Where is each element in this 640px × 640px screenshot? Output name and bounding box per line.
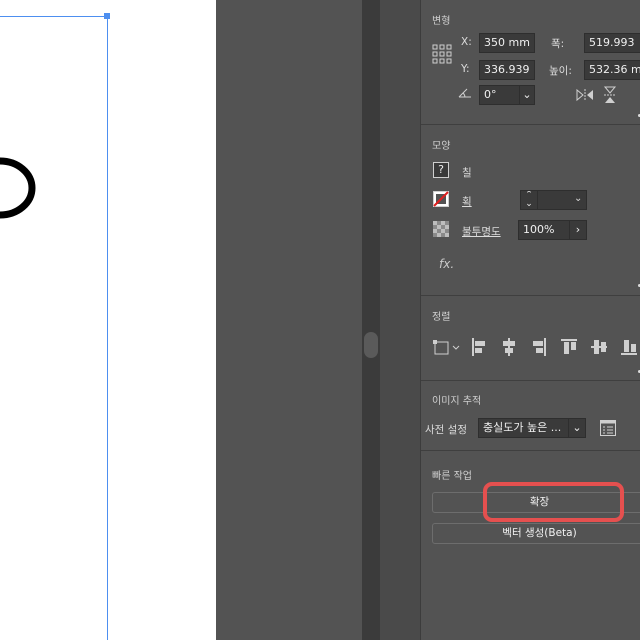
rotate-angle-icon <box>458 88 471 98</box>
opacity-checker-icon <box>433 221 449 237</box>
opacity-field[interactable]: 100% <box>518 220 570 240</box>
x-field[interactable]: 350 mm <box>479 33 535 53</box>
y-field[interactable]: 336.939 <box>479 60 535 80</box>
trace-options-panel-icon[interactable] <box>600 420 616 436</box>
pasteboard <box>216 0 362 640</box>
height-label: 높이: <box>549 65 572 77</box>
opacity-arrow-icon[interactable]: › <box>569 220 587 240</box>
transform-title: 변형 <box>432 16 451 27</box>
flip-horizontal-icon[interactable] <box>576 88 594 102</box>
flip-vertical-icon[interactable] <box>603 86 617 104</box>
reference-point-icon[interactable] <box>432 44 452 64</box>
stroke-weight-dropdown-icon[interactable]: ⌄ <box>574 193 582 204</box>
image-trace-title: 이미지 추적 <box>432 396 482 407</box>
generate-vector-button[interactable]: 벡터 생성(Beta) <box>432 523 640 544</box>
divider <box>421 295 640 296</box>
stroke-label[interactable]: 획 <box>462 194 472 209</box>
align-right-icon[interactable] <box>531 338 547 356</box>
align-left-icon[interactable] <box>471 338 487 356</box>
properties-panel: 변형 X: 350 mm 폭: 519.993 Y: 336.939 높이: 5… <box>420 0 640 640</box>
divider <box>421 124 640 125</box>
fill-swatch-icon[interactable]: ? <box>433 162 449 178</box>
width-label: 폭: <box>551 38 565 50</box>
quick-actions-title: 빠른 작업 <box>432 471 472 482</box>
stroke-swatch-icon[interactable] <box>433 191 449 207</box>
preset-label: 사전 설정 <box>425 424 467 436</box>
align-to-selection-icon[interactable] <box>433 338 461 356</box>
appearance-title: 모양 <box>432 141 451 152</box>
align-vertical-center-icon[interactable] <box>591 338 607 356</box>
height-field[interactable]: 532.36 m <box>584 60 640 80</box>
divider <box>421 380 640 381</box>
stroke-weight-stepper[interactable]: ⌃ ⌄ <box>520 190 538 210</box>
preset-dropdown-icon[interactable]: ⌄ <box>568 418 586 438</box>
expand-button-highlight <box>483 482 624 522</box>
artboard-top-edge <box>0 16 108 17</box>
effects-fx-icon[interactable]: fx. <box>439 257 454 271</box>
divider <box>421 450 640 451</box>
y-label: Y: <box>461 63 470 75</box>
panel-dock-strip <box>362 0 380 640</box>
artboard-corner-handle[interactable] <box>104 13 110 19</box>
align-top-icon[interactable] <box>561 338 577 356</box>
panel-gap <box>380 0 420 640</box>
canvas[interactable] <box>0 0 216 640</box>
width-field[interactable]: 519.993 <box>584 33 640 53</box>
angle-dropdown[interactable]: ⌄ <box>519 85 535 105</box>
align-horizontal-center-icon[interactable] <box>501 338 517 356</box>
artboard-right-edge <box>107 16 108 640</box>
fill-label[interactable]: 칠 <box>462 165 472 180</box>
opacity-label[interactable]: 불투명도 <box>462 224 501 239</box>
align-bottom-icon[interactable] <box>621 338 637 356</box>
align-title: 정렬 <box>432 312 451 323</box>
ellipse-shape[interactable] <box>0 0 216 640</box>
x-label: X: <box>461 36 472 48</box>
panel-resize-handle[interactable] <box>364 332 378 358</box>
rotate-angle-field[interactable]: 0° <box>479 85 523 105</box>
